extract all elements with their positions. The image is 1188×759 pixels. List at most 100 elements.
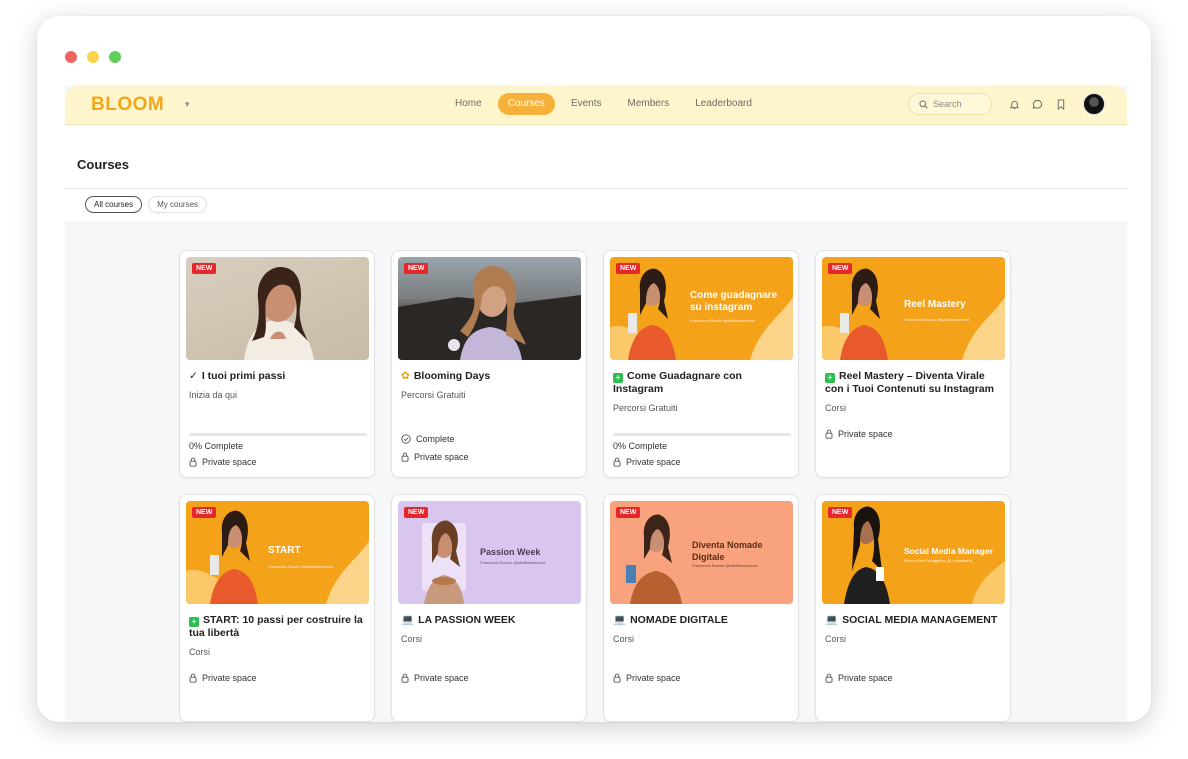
green-plus-icon: + <box>613 373 623 383</box>
bookmark-icon[interactable] <box>1054 97 1068 111</box>
course-subtitle: Percorsi Gratuiti <box>401 390 466 400</box>
course-title: 💻 SOCIAL MEDIA MANAGEMENT <box>825 614 998 626</box>
course-card[interactable]: NEW ✿ Blooming Days Percorsi Gratuiti Com… <box>391 250 587 478</box>
user-avatar[interactable] <box>1083 93 1105 115</box>
page-header: Courses All courses My courses <box>65 125 1127 221</box>
course-title: + Reel Mastery – Diventa Virale con i Tuo… <box>825 370 994 395</box>
access-row: Private space <box>825 673 893 683</box>
course-filters: All courses My courses <box>85 196 208 213</box>
bell-icon[interactable] <box>1007 97 1021 111</box>
course-title: + Come Guadagnare con Instagram <box>613 370 742 395</box>
thumbnail-title: Reel Mastery <box>904 299 966 310</box>
course-subtitle: Corsi <box>613 634 635 644</box>
course-thumbnail: Reel Mastery Francesca Runolo @wildflowe… <box>822 257 1005 360</box>
main-nav: Home Courses Events Members Leaderboard <box>445 93 762 115</box>
thumbnail-subtitle: Francesca Runolo @wildflowermood <box>480 560 546 565</box>
search-icon <box>919 99 928 109</box>
nav-events[interactable]: Events <box>561 93 612 115</box>
course-subtitle: Corsi <box>401 634 423 644</box>
course-card[interactable]: Come guadagnare su instagram Francesca R… <box>603 250 799 478</box>
progress-label: 0% Complete <box>189 441 244 451</box>
thumbnail-subtitle: Karina Mas Paraggiano @_mamaland_ <box>904 558 975 563</box>
nav-members[interactable]: Members <box>618 93 680 115</box>
lock-icon <box>825 673 833 683</box>
maximize-window-icon[interactable] <box>109 51 121 63</box>
access-row: Private space <box>613 457 681 467</box>
filter-my-courses[interactable]: My courses <box>148 196 208 213</box>
thumbnail-subtitle: Francesca Runolo @wildflowermood <box>904 317 970 322</box>
header-divider <box>65 188 1127 189</box>
new-badge: NEW <box>616 263 641 274</box>
chat-bubble-icon[interactable] <box>1030 97 1044 111</box>
lock-icon <box>189 673 197 683</box>
access-row: Private space <box>189 457 257 467</box>
new-badge: NEW <box>404 263 429 274</box>
course-thumbnail: NEW <box>186 257 369 360</box>
status-row: Complete <box>401 434 455 444</box>
browser-window: BLOOM ▾ Home Courses Events Members Lead… <box>37 16 1151 722</box>
lock-icon <box>613 673 621 683</box>
course-card[interactable]: Social Media Manager Karina Mas Paraggia… <box>815 494 1011 722</box>
course-subtitle: Corsi <box>825 403 847 413</box>
course-thumbnail: Passion Week Francesca Runolo @wildflowe… <box>398 501 581 604</box>
course-title: + START: 10 passi per costruire la tua li… <box>189 614 363 639</box>
minimize-window-icon[interactable] <box>87 51 99 63</box>
top-navbar: BLOOM ▾ Home Courses Events Members Lead… <box>65 85 1127 125</box>
chevron-down-icon[interactable]: ▾ <box>185 99 190 110</box>
access-row: Private space <box>189 673 257 683</box>
new-badge: NEW <box>192 507 217 518</box>
brand-logo[interactable]: BLOOM <box>91 94 164 116</box>
access-row: Private space <box>825 429 893 439</box>
course-card[interactable]: Reel Mastery Francesca Runolo @wildflowe… <box>815 250 1011 478</box>
course-title: 💻 LA PASSION WEEK <box>401 614 516 626</box>
progress-label: 0% Complete <box>613 441 668 451</box>
lock-icon <box>825 429 833 439</box>
thumbnail-subtitle: Francesca Runolo @wildflowermood <box>692 563 758 568</box>
page-title: Courses <box>77 157 130 172</box>
laptop-icon: 💻 <box>825 614 839 626</box>
progress-bar <box>613 433 791 436</box>
course-title: ✿ Blooming Days <box>401 370 491 382</box>
course-card[interactable]: Passion Week Francesca Runolo @wildflowe… <box>391 494 587 722</box>
thumbnail-subtitle: Francesca Runolo @wildflowermood <box>690 318 756 323</box>
course-subtitle: Corsi <box>825 634 847 644</box>
green-plus-icon: + <box>825 373 835 383</box>
course-title: ✓ I tuoi primi passi <box>189 370 286 382</box>
nav-leaderboard[interactable]: Leaderboard <box>685 93 762 115</box>
laptop-icon: 💻 <box>613 614 627 626</box>
thumbnail-title: Social Media Manager <box>904 546 993 556</box>
search-input[interactable]: Search <box>908 93 992 115</box>
access-row: Private space <box>401 452 469 462</box>
course-subtitle: Percorsi Gratuiti <box>613 403 678 413</box>
course-card[interactable]: Diventa Nomade Digitale Francesca Runolo… <box>603 494 799 722</box>
app-content: BLOOM ▾ Home Courses Events Members Lead… <box>65 85 1127 722</box>
thumbnail-title: START <box>268 545 301 556</box>
access-row: Private space <box>401 673 469 683</box>
lock-icon <box>401 452 409 462</box>
course-card[interactable]: NEW ✓ I tuoi primi passi Inizia da qui 0%… <box>179 250 375 478</box>
course-thumbnail: Diventa Nomade Digitale Francesca Runolo… <box>610 501 793 604</box>
new-badge: NEW <box>404 507 429 518</box>
thumbnail-title: Come guadagnare su instagram <box>690 290 778 313</box>
course-grid: NEW ✓ I tuoi primi passi Inizia da qui 0%… <box>179 250 1011 722</box>
thumbnail-title: Diventa Nomade Digitale <box>692 540 763 562</box>
course-thumbnail: Come guadagnare su instagram Francesca R… <box>610 257 793 360</box>
check-circle-icon <box>401 434 411 444</box>
new-badge: NEW <box>616 507 641 518</box>
check-mark-icon: ✓ <box>189 370 198 382</box>
lock-icon <box>613 457 621 467</box>
sunflower-icon: ✿ <box>401 370 410 382</box>
lock-icon <box>401 673 409 683</box>
course-card[interactable]: START Francesca Runolo @wildflowermood N… <box>179 494 375 722</box>
course-subtitle: Inizia da qui <box>189 390 238 400</box>
lock-icon <box>189 457 197 467</box>
green-plus-icon: + <box>189 617 199 627</box>
nav-home[interactable]: Home <box>445 93 492 115</box>
close-window-icon[interactable] <box>65 51 77 63</box>
access-row: Private space <box>613 673 681 683</box>
course-thumbnail: Social Media Manager Karina Mas Paraggia… <box>822 501 1005 604</box>
laptop-icon: 💻 <box>401 614 415 626</box>
nav-courses[interactable]: Courses <box>497 93 555 115</box>
filter-all-courses[interactable]: All courses <box>85 196 143 213</box>
thumbnail-title: Passion Week <box>480 547 541 557</box>
